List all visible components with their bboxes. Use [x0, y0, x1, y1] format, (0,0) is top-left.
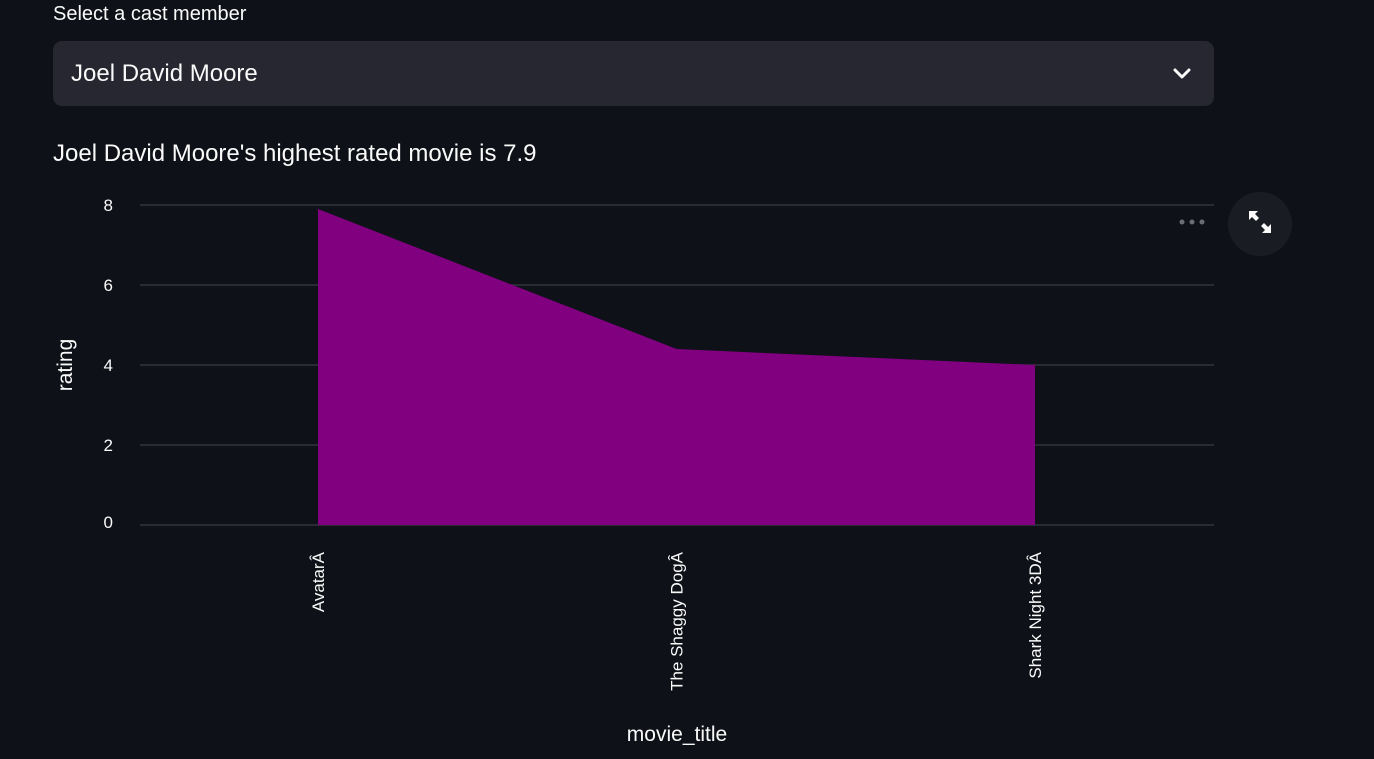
data-point — [1034, 364, 1036, 366]
fullscreen-button[interactable] — [1228, 192, 1292, 256]
cast-member-select[interactable]: Joel David Moore — [53, 41, 1214, 106]
x-tick-label: The Shaggy DogÂ — [668, 551, 687, 691]
fullscreen-expand-icon — [1247, 209, 1273, 240]
select-label: Select a cast member — [53, 3, 247, 25]
y-axis-title: rating — [54, 339, 77, 392]
y-tick-label: 6 — [104, 276, 113, 295]
area-series — [318, 209, 1035, 525]
y-tick-label: 2 — [104, 436, 113, 455]
x-tick-label: Shark Night 3DÂ — [1026, 551, 1045, 678]
more-options-icon[interactable] — [1175, 210, 1209, 234]
data-point — [676, 348, 677, 350]
select-value: Joel David Moore — [71, 59, 258, 87]
app-root: Select a cast member Joel David Moore Jo… — [0, 0, 1374, 759]
y-tick-label: 0 — [104, 513, 113, 532]
highest-rated-text: Joel David Moore's highest rated movie i… — [53, 140, 537, 167]
y-tick-label: 4 — [104, 356, 113, 375]
rating-area-chart: 0 2 4 6 8 AvatarÂ The Shaggy DogÂ Shark Night 3… — [0, 180, 1374, 759]
data-point — [317, 208, 319, 210]
x-tick-label: AvatarÂ — [309, 551, 328, 612]
y-tick-label: 8 — [104, 196, 113, 215]
chevron-down-icon — [1172, 64, 1192, 84]
x-axis-title: movie_title — [627, 723, 727, 746]
chart-canvas: 0 2 4 6 8 AvatarÂ The Shaggy DogÂ Shark Night 3… — [54, 196, 1214, 746]
